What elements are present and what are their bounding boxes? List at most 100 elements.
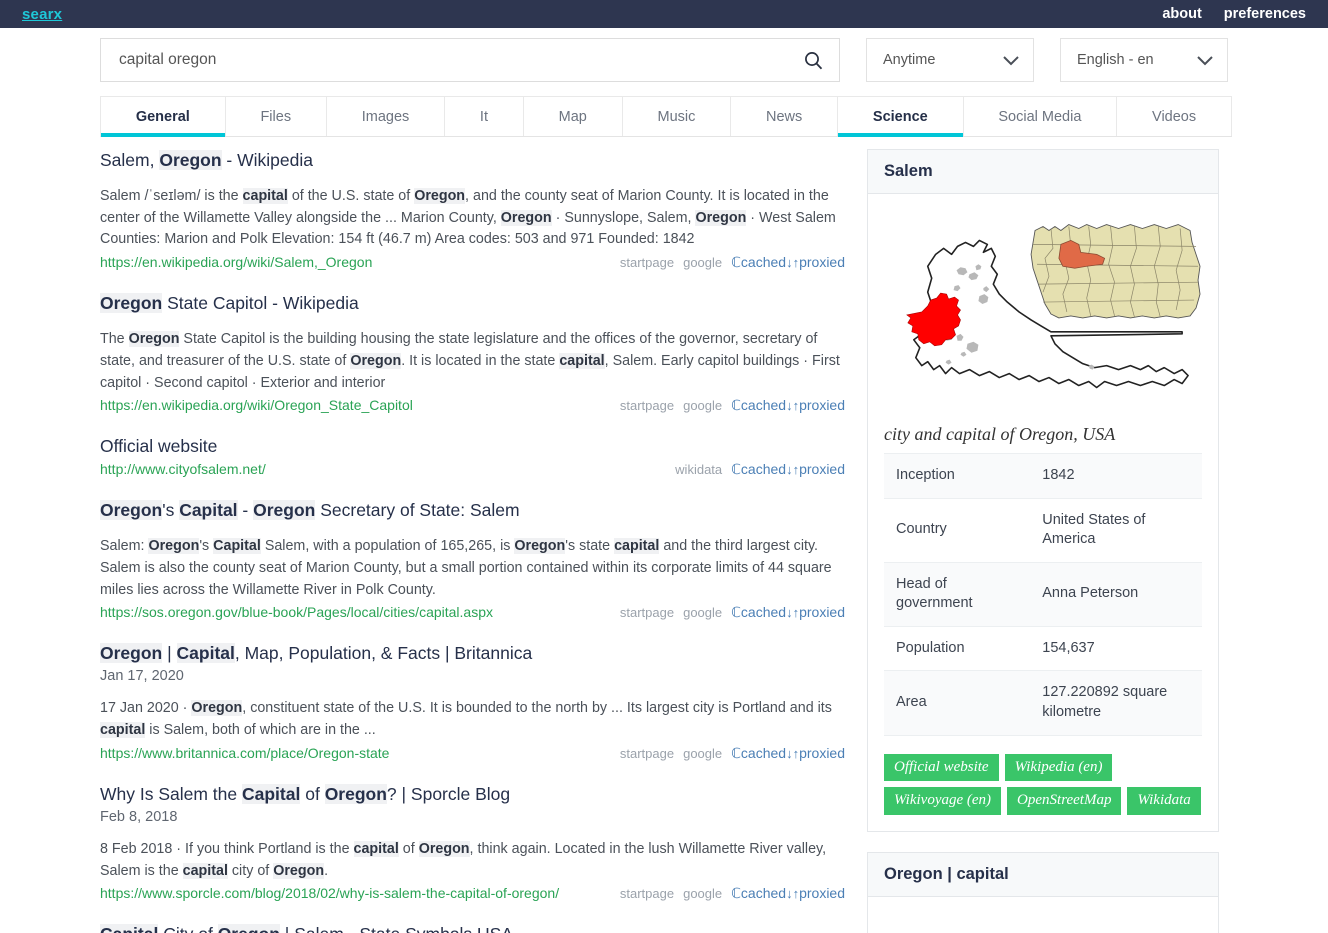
tab-map[interactable]: Map bbox=[522, 96, 623, 136]
chain-link-icon: ℂ bbox=[731, 254, 741, 271]
engine-name: google bbox=[683, 255, 723, 271]
cached-link[interactable]: cached bbox=[741, 397, 786, 413]
result-snippet: Salem: Oregon's Capital Salem, with a po… bbox=[100, 538, 832, 598]
tab-social-media[interactable]: Social Media bbox=[962, 96, 1118, 136]
up-down-arrow-icon: ↓↑ bbox=[786, 605, 800, 621]
badge-link[interactable]: Wikipedia (en) bbox=[1004, 753, 1113, 782]
result-url[interactable]: http://www.cityofsalem.net/ bbox=[100, 461, 266, 477]
tab-videos[interactable]: Videos bbox=[1116, 96, 1232, 136]
top-nav-links: about preferences bbox=[1162, 6, 1306, 22]
infobox-badges: Official website Wikipedia (en) Wikivoyage… bbox=[884, 753, 1202, 815]
tab-label: It bbox=[479, 109, 488, 125]
about-link[interactable]: about bbox=[1162, 6, 1201, 22]
proxied-link[interactable]: proxied bbox=[799, 461, 845, 477]
result-title-link[interactable]: Salem, Oregon - Wikipedia bbox=[100, 149, 845, 172]
preferences-link[interactable]: preferences bbox=[1224, 6, 1306, 22]
engine-name: google bbox=[683, 886, 723, 902]
badge-link[interactable]: OpenStreetMap bbox=[1007, 787, 1122, 815]
up-down-arrow-icon: ↓↑ bbox=[786, 462, 800, 478]
tab-it[interactable]: It bbox=[444, 96, 524, 136]
cached-link[interactable]: cached bbox=[741, 604, 786, 620]
result-url[interactable]: https://www.britannica.com/place/Oregon-… bbox=[100, 745, 389, 761]
sidebar-column: Salem city and capital of Oregon, USA Ince… bbox=[867, 149, 1219, 933]
tab-music[interactable]: Music bbox=[621, 96, 732, 136]
tab-label: Map bbox=[558, 109, 587, 125]
cached-link[interactable]: cached bbox=[741, 745, 786, 761]
badge-link[interactable]: Official website bbox=[884, 753, 999, 782]
up-down-arrow-icon: ↓↑ bbox=[786, 398, 800, 414]
infobox-description: city and capital of Oregon, USA bbox=[884, 424, 1116, 444]
table-row: Inception 1842 bbox=[884, 453, 1202, 499]
result-date: Feb 8, 2018 bbox=[100, 808, 178, 825]
result-title-link[interactable]: Oregon | Capital, Map, Population, & Fac… bbox=[100, 642, 845, 665]
result-title-link[interactable]: Oregon's Capital - Oregon Secretary of S… bbox=[100, 499, 845, 522]
search-result: Salem, Oregon - Wikipedia Salem /ˈseɪləm/… bbox=[100, 149, 845, 271]
tab-news[interactable]: News bbox=[730, 96, 839, 136]
chain-link-icon: ℂ bbox=[731, 885, 741, 902]
cached-link[interactable]: cached bbox=[741, 461, 786, 477]
infobox-body bbox=[868, 897, 1218, 933]
result-link-actions: ℂcached ↓↑ proxied bbox=[731, 254, 845, 271]
cached-link[interactable]: cached bbox=[741, 885, 786, 901]
infobox: Oregon | capital bbox=[867, 852, 1219, 933]
searx-logo[interactable]: searx bbox=[22, 6, 62, 23]
search-row: Anytime English - en bbox=[100, 28, 1328, 82]
result-title-link[interactable]: Why Is Salem the Capital of Oregon? | Sp… bbox=[100, 783, 845, 806]
tab-images[interactable]: Images bbox=[325, 96, 446, 136]
result-footer: https://en.wikipedia.org/wiki/Oregon_Sta… bbox=[100, 397, 845, 414]
proxied-link[interactable]: proxied bbox=[799, 397, 845, 413]
table-row: Head of government Anna Peterson bbox=[884, 562, 1202, 627]
search-result: Why Is Salem the Capital of Oregon? | Sp… bbox=[100, 783, 845, 902]
result-footer: https://en.wikipedia.org/wiki/Salem,_Ore… bbox=[100, 254, 845, 271]
badge-link[interactable]: Wikivoyage (en) bbox=[884, 787, 1002, 815]
result-link-actions: ℂcached ↓↑ proxied bbox=[731, 604, 845, 621]
location-map-image bbox=[884, 208, 1202, 408]
cached-link[interactable]: cached bbox=[741, 254, 786, 270]
proxied-link[interactable]: proxied bbox=[799, 604, 845, 620]
search-box[interactable] bbox=[100, 38, 840, 82]
search-input[interactable] bbox=[117, 50, 800, 70]
tab-label: Images bbox=[361, 109, 410, 125]
result-url[interactable]: https://en.wikipedia.org/wiki/Oregon_Sta… bbox=[100, 397, 413, 413]
engine-name: startpage bbox=[619, 255, 675, 271]
search-icon bbox=[805, 51, 823, 69]
result-footer: https://www.britannica.com/place/Oregon-… bbox=[100, 745, 845, 762]
engine-name: wikidata bbox=[675, 462, 723, 478]
result-title-link[interactable]: Oregon State Capitol - Wikipedia bbox=[100, 292, 845, 315]
infobox-title: Oregon | capital bbox=[868, 853, 1218, 897]
result-url[interactable]: https://sos.oregon.gov/blue-book/Pages/l… bbox=[100, 604, 493, 620]
result-link-actions: ℂcached ↓↑ proxied bbox=[731, 745, 845, 762]
results-column: Salem, Oregon - Wikipedia Salem /ˈseɪləm/… bbox=[100, 149, 845, 933]
chain-link-icon: ℂ bbox=[731, 744, 741, 761]
tab-label: Social Media bbox=[998, 109, 1082, 125]
result-title-link[interactable]: Official website bbox=[100, 435, 845, 458]
chain-link-icon: ℂ bbox=[731, 461, 741, 478]
proxied-link[interactable]: proxied bbox=[799, 254, 845, 270]
top-navbar: searx about preferences bbox=[0, 0, 1328, 28]
language-select[interactable]: English - en bbox=[1060, 38, 1228, 82]
engine-name: startpage bbox=[619, 886, 675, 902]
attribute-key: Country bbox=[896, 521, 947, 538]
attribute-value: 1842 bbox=[1042, 467, 1075, 483]
table-row: Country United States of America bbox=[884, 498, 1202, 562]
proxied-link[interactable]: proxied bbox=[799, 745, 845, 761]
tab-label: Files bbox=[260, 109, 292, 125]
result-url[interactable]: https://www.sporcle.com/blog/2018/02/why… bbox=[100, 885, 559, 901]
tab-general[interactable]: General bbox=[100, 96, 226, 137]
badge-link[interactable]: Wikidata bbox=[1127, 787, 1201, 815]
result-footer: https://sos.oregon.gov/blue-book/Pages/l… bbox=[100, 604, 845, 621]
time-range-select[interactable]: Anytime bbox=[866, 38, 1034, 82]
search-result: Official website http://www.cityofsalem.n… bbox=[100, 435, 845, 478]
proxied-link[interactable]: proxied bbox=[799, 885, 845, 901]
tab-files[interactable]: Files bbox=[224, 96, 327, 136]
result-engines: startpage google ℂcached ↓↑ proxied bbox=[620, 397, 845, 414]
result-title-link[interactable]: Capital City of Oregon | Salem - State S… bbox=[100, 923, 845, 933]
tab-science[interactable]: Science bbox=[837, 96, 964, 137]
search-submit-button[interactable] bbox=[800, 51, 827, 70]
table-row: Population 154,637 bbox=[884, 626, 1202, 671]
result-snippet: 8 Feb 2018 · If you think Portland is th… bbox=[100, 840, 827, 879]
chevron-down-icon bbox=[1195, 54, 1215, 67]
search-result: Capital City of Oregon | Salem - State S… bbox=[100, 923, 845, 933]
result-date: Jan 17, 2020 bbox=[100, 668, 184, 685]
result-url[interactable]: https://en.wikipedia.org/wiki/Salem,_Ore… bbox=[100, 254, 372, 270]
